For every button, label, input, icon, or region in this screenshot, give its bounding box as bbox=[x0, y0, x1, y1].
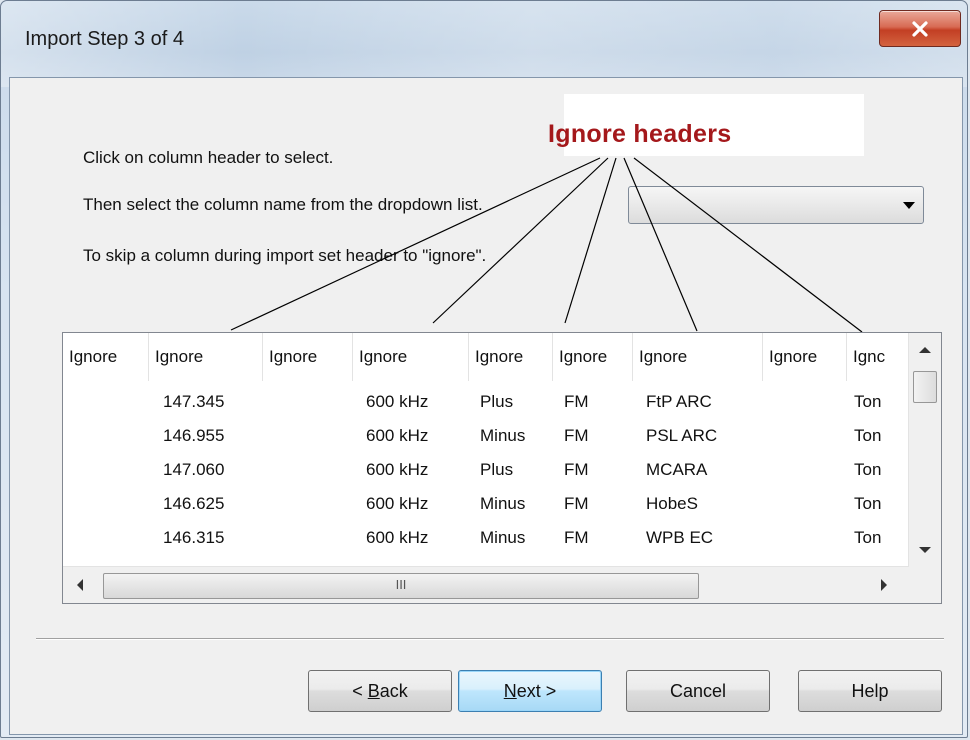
table-cell: Minus bbox=[480, 494, 526, 513]
table-cell bbox=[263, 453, 353, 487]
column-header-5[interactable]: Ignore bbox=[469, 333, 553, 381]
dialog-client-area: Ignore headers Click on column header to… bbox=[9, 77, 963, 735]
cancel-button[interactable]: Cancel bbox=[626, 670, 770, 712]
table-row: 147.345 600 kHz Plus FM FtP ARC Ton bbox=[63, 385, 909, 419]
table-cell: Plus bbox=[480, 460, 514, 479]
column-header-2[interactable]: Ignore bbox=[149, 333, 263, 381]
table-cell bbox=[763, 453, 847, 487]
back-button-prefix: < bbox=[352, 681, 368, 701]
column-header-4[interactable]: Ignore bbox=[353, 333, 469, 381]
table-cell: HobeS bbox=[646, 494, 698, 513]
annotation-line bbox=[432, 157, 609, 324]
column-header-8[interactable]: Ignore bbox=[763, 333, 847, 381]
close-button[interactable] bbox=[879, 10, 961, 47]
table-cell: FM bbox=[564, 426, 589, 445]
table-cell bbox=[63, 487, 149, 521]
table-cell: 146.625 bbox=[163, 494, 225, 513]
vertical-scroll-thumb[interactable] bbox=[913, 371, 937, 403]
table-cell: 600 kHz bbox=[366, 528, 429, 547]
scroll-up-icon[interactable] bbox=[919, 347, 931, 353]
table-row: 146.955 600 kHz Minus FM PSL ARC Ton bbox=[63, 419, 909, 453]
table-cell: Ton bbox=[854, 426, 882, 445]
scroll-down-icon[interactable] bbox=[919, 547, 931, 553]
scroll-right-icon[interactable] bbox=[881, 579, 887, 591]
table-cell bbox=[263, 419, 353, 453]
table-cell: FM bbox=[564, 392, 589, 411]
scroll-grip-icon: III bbox=[395, 577, 407, 592]
next-button-accesskey: N bbox=[503, 681, 517, 701]
table-cell: FM bbox=[564, 460, 589, 479]
table-cell: FtP ARC bbox=[646, 392, 712, 411]
table-row: 147.060 600 kHz Plus FM MCARA Ton bbox=[63, 453, 909, 487]
table-cell: Minus bbox=[480, 528, 526, 547]
table-cell: Ton bbox=[854, 392, 882, 411]
table-cell: 147.345 bbox=[163, 392, 225, 411]
table-cell bbox=[63, 453, 149, 487]
scroll-left-icon[interactable] bbox=[77, 579, 83, 591]
import-preview-grid[interactable]: Ignore Ignore Ignore Ignore Ignore Ignor… bbox=[62, 332, 942, 604]
horizontal-scroll-thumb[interactable]: III bbox=[103, 573, 699, 599]
vertical-scrollbar[interactable] bbox=[908, 333, 941, 567]
table-cell: FM bbox=[564, 494, 589, 513]
import-dialog-window: Import Step 3 of 4 Ignore headers Click … bbox=[0, 0, 968, 738]
horizontal-scrollbar[interactable]: III bbox=[63, 566, 909, 603]
table-cell: WPB EC bbox=[646, 528, 714, 547]
column-name-dropdown[interactable] bbox=[628, 186, 924, 224]
table-cell: 146.315 bbox=[163, 528, 225, 547]
help-button[interactable]: Help bbox=[798, 670, 942, 712]
table-cell: Ton bbox=[854, 460, 882, 479]
table-cell: 600 kHz bbox=[366, 392, 429, 411]
column-header-9[interactable]: Ignc bbox=[847, 333, 911, 381]
scrollbar-corner bbox=[909, 567, 941, 603]
table-cell bbox=[63, 419, 149, 453]
table-cell: FM bbox=[564, 528, 589, 547]
table-cell: 146.955 bbox=[163, 426, 225, 445]
table-cell bbox=[263, 487, 353, 521]
table-row: 146.315 600 kHz Minus FM WPB EC Ton bbox=[63, 521, 909, 555]
annotation-line bbox=[564, 157, 617, 324]
annotation-line bbox=[633, 157, 863, 333]
table-cell: 147.060 bbox=[163, 460, 225, 479]
column-header-6[interactable]: Ignore bbox=[553, 333, 633, 381]
instruction-line-2: Then select the column name from the dro… bbox=[83, 195, 483, 214]
table-cell bbox=[763, 419, 847, 453]
grid-header-row: Ignore Ignore Ignore Ignore Ignore Ignor… bbox=[63, 333, 911, 381]
table-cell: Ton bbox=[854, 494, 882, 513]
table-cell: Minus bbox=[480, 426, 526, 445]
next-button[interactable]: Next > bbox=[458, 670, 602, 712]
back-button-label: ack bbox=[379, 681, 408, 701]
table-cell bbox=[263, 521, 353, 555]
column-header-3[interactable]: Ignore bbox=[263, 333, 353, 381]
window-title: Import Step 3 of 4 bbox=[25, 28, 184, 50]
table-row: 146.625 600 kHz Minus FM HobeS Ton bbox=[63, 487, 909, 521]
table-cell bbox=[63, 521, 149, 555]
back-button-accesskey: B bbox=[367, 681, 380, 701]
column-header-7[interactable]: Ignore bbox=[633, 333, 763, 381]
annotation-line bbox=[230, 157, 601, 331]
table-cell: Plus bbox=[480, 392, 514, 411]
next-button-label: ext > bbox=[516, 681, 557, 701]
annotation-label: Ignore headers bbox=[548, 120, 732, 148]
table-cell bbox=[763, 521, 847, 555]
annotation-line bbox=[623, 157, 698, 332]
button-separator bbox=[36, 638, 944, 640]
table-cell bbox=[763, 385, 847, 419]
back-button[interactable]: < Back bbox=[308, 670, 452, 712]
close-icon bbox=[912, 20, 928, 37]
table-cell: 600 kHz bbox=[366, 426, 429, 445]
title-bar[interactable]: Import Step 3 of 4 bbox=[1, 1, 967, 87]
table-cell: MCARA bbox=[646, 460, 708, 479]
table-cell: PSL ARC bbox=[646, 426, 718, 445]
table-cell bbox=[63, 385, 149, 419]
instruction-line-1: Click on column header to select. bbox=[83, 148, 334, 167]
table-cell bbox=[763, 487, 847, 521]
chevron-down-icon bbox=[903, 202, 915, 209]
table-cell bbox=[263, 385, 353, 419]
column-header-1[interactable]: Ignore bbox=[63, 333, 149, 381]
instruction-line-3: To skip a column during import set heade… bbox=[83, 246, 487, 265]
table-cell: Ton bbox=[854, 528, 882, 547]
table-cell: 600 kHz bbox=[366, 460, 429, 479]
table-cell: 600 kHz bbox=[366, 494, 429, 513]
